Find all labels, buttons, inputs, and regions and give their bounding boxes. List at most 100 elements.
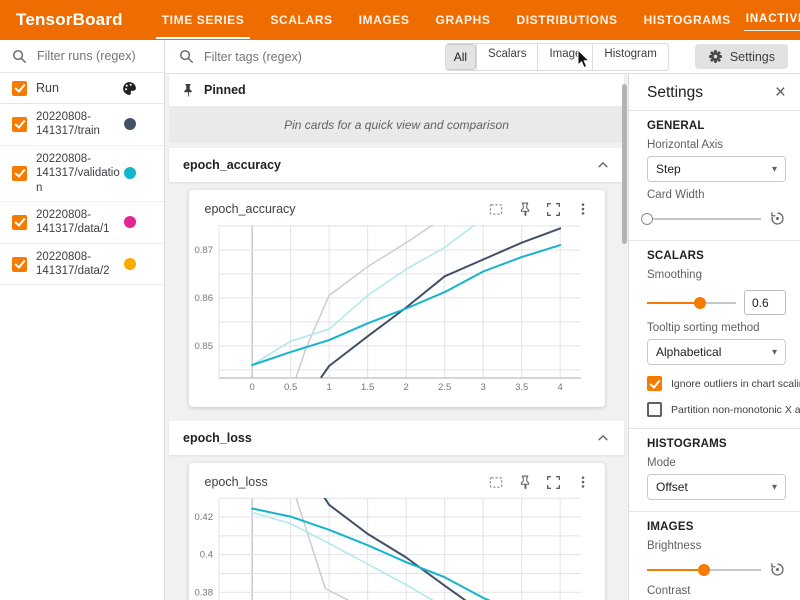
tab-graphs[interactable]: GRAPHS bbox=[423, 0, 504, 40]
brightness-slider[interactable] bbox=[647, 564, 761, 576]
app-body: Run 20220808-141317/train 20220808-14131… bbox=[0, 40, 800, 600]
search-icon bbox=[12, 49, 27, 64]
pinned-header: Pinned bbox=[169, 74, 624, 107]
card-actions bbox=[484, 198, 595, 220]
field-label: Tooltip sorting method bbox=[647, 322, 786, 334]
reset-icon[interactable] bbox=[769, 561, 786, 578]
top-nav: TIME SERIES SCALARS IMAGES GRAPHS DISTRI… bbox=[149, 0, 744, 40]
scrollbar[interactable] bbox=[622, 84, 627, 244]
tab-distributions[interactable]: DISTRIBUTIONS bbox=[503, 0, 630, 40]
ignore-outliers-checkbox[interactable] bbox=[647, 376, 662, 391]
tab-images[interactable]: IMAGES bbox=[346, 0, 423, 40]
section-heading: SCALARS bbox=[647, 250, 786, 262]
fullscreen-icon[interactable] bbox=[542, 471, 566, 493]
run-row-validation[interactable]: 20220808-141317/validation bbox=[0, 146, 164, 202]
filter-histogram-button[interactable]: Histogram bbox=[592, 44, 667, 70]
tab-time-series[interactable]: TIME SERIES bbox=[149, 0, 258, 40]
settings-section-scalars: SCALARS Smoothing Tooltip sorting method bbox=[629, 241, 800, 429]
filter-runs-input[interactable] bbox=[37, 49, 147, 63]
run-name: 20220808- bbox=[36, 111, 91, 123]
run-color-dot[interactable] bbox=[124, 118, 136, 130]
horizontal-axis-select[interactable]: Step ▾ bbox=[647, 156, 786, 182]
selected-value: Step bbox=[656, 162, 681, 176]
settings-button[interactable]: Settings bbox=[695, 44, 788, 69]
select-all-runs-checkbox[interactable] bbox=[12, 81, 27, 96]
partition-x-axis-checkbox[interactable] bbox=[647, 402, 662, 417]
run-color-dot[interactable] bbox=[124, 167, 136, 179]
filter-scalars-button[interactable]: Scalars bbox=[476, 44, 537, 70]
chevron-up-icon[interactable] bbox=[596, 158, 610, 172]
reload-status-dropdown[interactable]: INACTIVE ▾ bbox=[744, 10, 800, 31]
settings-panel-header: Settings × bbox=[629, 74, 800, 111]
more-options-icon[interactable] bbox=[571, 471, 595, 493]
smoothing-slider[interactable] bbox=[647, 297, 736, 309]
runs-table-header: Run bbox=[0, 73, 164, 104]
run-checkbox[interactable] bbox=[12, 257, 27, 272]
section-heading: HISTOGRAMS bbox=[647, 438, 786, 450]
pinned-empty-message: Pin cards for a quick view and compariso… bbox=[169, 107, 624, 143]
run-name: 20220808- bbox=[36, 209, 91, 221]
filter-tags-input[interactable] bbox=[204, 50, 404, 64]
settings-section-general: GENERAL Horizontal Axis Step ▾ Card Widt… bbox=[629, 111, 800, 241]
run-row-data-2[interactable]: 20220808-141317/data/2 bbox=[0, 244, 164, 286]
filter-image-button[interactable]: Image bbox=[537, 44, 592, 70]
run-checkbox[interactable] bbox=[12, 117, 27, 132]
tab-histograms[interactable]: HISTOGRAMS bbox=[631, 0, 744, 40]
field-label: Horizontal Axis bbox=[647, 139, 786, 151]
histogram-mode-select[interactable]: Offset ▾ bbox=[647, 474, 786, 500]
scalar-card-epoch-loss: epoch_loss 0.420.40.380.36 bbox=[189, 463, 605, 600]
close-icon[interactable]: × bbox=[775, 83, 786, 102]
slider-thumb[interactable] bbox=[698, 564, 710, 576]
epoch-loss-chart[interactable]: 0.420.40.380.36 bbox=[189, 495, 605, 600]
section-heading: IMAGES bbox=[647, 521, 786, 533]
pin-card-icon[interactable] bbox=[513, 198, 537, 220]
data-table-toggle-icon[interactable] bbox=[484, 471, 508, 493]
svg-text:0.38: 0.38 bbox=[194, 587, 213, 598]
reset-icon[interactable] bbox=[769, 210, 786, 227]
scalar-card-epoch-accuracy: epoch_accuracy 0.850.860.8700.511.522.53… bbox=[189, 190, 605, 407]
epoch-accuracy-chart[interactable]: 0.850.860.8700.511.522.533.54 bbox=[189, 222, 605, 394]
more-options-icon[interactable] bbox=[571, 198, 595, 220]
gear-icon bbox=[708, 49, 723, 64]
settings-panel: Settings × GENERAL Horizontal Axis Step … bbox=[628, 74, 800, 600]
section-header-epoch-loss[interactable]: epoch_loss bbox=[169, 421, 624, 455]
pin-card-icon[interactable] bbox=[513, 471, 537, 493]
svg-text:3: 3 bbox=[480, 382, 485, 393]
field-label: Mode bbox=[647, 457, 786, 469]
svg-text:0.85: 0.85 bbox=[194, 341, 213, 352]
chevron-down-icon: ▾ bbox=[772, 347, 777, 358]
tooltip-sort-select[interactable]: Alphabetical ▾ bbox=[647, 339, 786, 365]
tab-scalars[interactable]: SCALARS bbox=[257, 0, 345, 40]
run-color-dot[interactable] bbox=[124, 216, 136, 228]
status-value: INACTIVE bbox=[746, 13, 800, 25]
run-row-data-1[interactable]: 20220808-141317/data/1 bbox=[0, 202, 164, 244]
field-label: Smoothing bbox=[647, 269, 786, 281]
runs-column-label: Run bbox=[36, 81, 122, 95]
card-title: epoch_accuracy bbox=[205, 202, 296, 216]
card-width-slider[interactable] bbox=[647, 213, 761, 225]
svg-text:2.5: 2.5 bbox=[438, 382, 451, 393]
run-color-dot[interactable] bbox=[124, 258, 136, 270]
slider-thumb[interactable] bbox=[641, 213, 653, 225]
section-title: epoch_loss bbox=[183, 431, 252, 445]
filter-tags-row bbox=[179, 49, 445, 64]
filter-all-button[interactable]: All bbox=[446, 44, 476, 70]
run-name: 20220808- bbox=[36, 251, 91, 263]
svg-text:4: 4 bbox=[557, 382, 562, 393]
data-table-toggle-icon[interactable] bbox=[484, 198, 508, 220]
smoothing-value-input[interactable] bbox=[744, 290, 786, 315]
fullscreen-icon[interactable] bbox=[542, 198, 566, 220]
checkbox-label: Partition non-monotonic X axis bbox=[671, 404, 800, 416]
svg-text:1: 1 bbox=[326, 382, 331, 393]
chevron-up-icon[interactable] bbox=[596, 431, 610, 445]
run-checkbox[interactable] bbox=[12, 215, 27, 230]
checkbox-label: Ignore outliers in chart scaling bbox=[671, 378, 800, 390]
ignore-outliers-row: Ignore outliers in chart scaling bbox=[647, 376, 786, 391]
run-checkbox[interactable] bbox=[12, 166, 27, 181]
svg-text:1.5: 1.5 bbox=[361, 382, 374, 393]
brightness-slider-row bbox=[647, 561, 786, 578]
card-width-slider-row bbox=[647, 210, 786, 227]
run-row-train[interactable]: 20220808-141317/train bbox=[0, 104, 164, 146]
slider-thumb[interactable] bbox=[694, 297, 706, 309]
section-header-epoch-accuracy[interactable]: epoch_accuracy bbox=[169, 148, 624, 182]
